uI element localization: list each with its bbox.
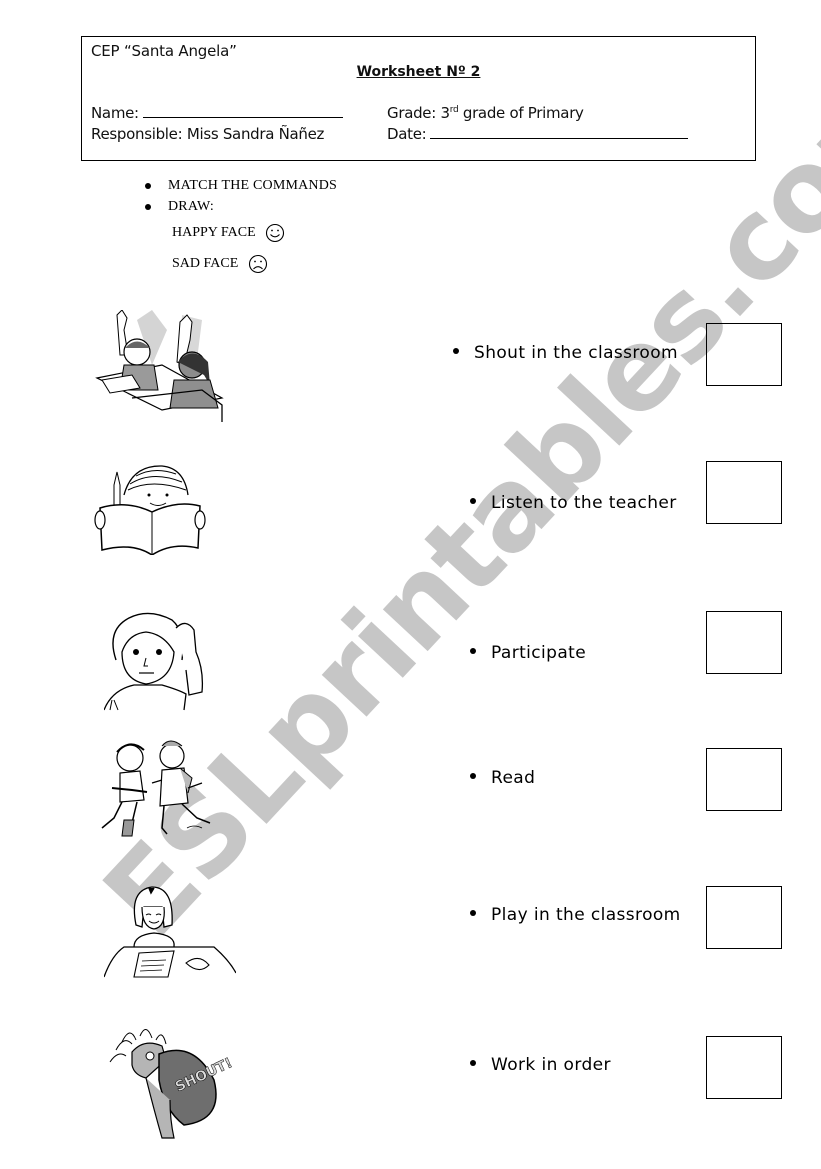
date-label: Date: (387, 125, 427, 143)
children-playing-picture (101, 740, 211, 837)
worksheet-title: Worksheet Nº 2 (356, 64, 481, 80)
answer-box[interactable] (706, 461, 782, 524)
person-shouting-picture: SHOUT! (109, 1029, 235, 1139)
command-text: Work in order (491, 1055, 611, 1075)
name-blank-line[interactable] (142, 105, 343, 118)
name-label: Name: (91, 104, 139, 122)
instruction-text: MATCH THE COMMANDS (168, 178, 338, 193)
sad-face-label: SAD FACE (172, 256, 239, 272)
answer-box[interactable] (706, 611, 782, 674)
command-text: Play in the classroom (491, 905, 681, 925)
date-row: Date: (387, 125, 689, 143)
grade-row: Grade: 3rd grade of Primary (387, 104, 584, 122)
bullet-icon (470, 910, 476, 916)
children-raising-hands-picture (95, 310, 224, 422)
responsible-label: Responsible: (91, 125, 183, 143)
bullet-icon (145, 204, 151, 210)
bullet-icon (470, 1060, 476, 1066)
command-item: Work in order (470, 1055, 611, 1075)
child-listening-picture (104, 612, 204, 711)
command-item: Read (470, 768, 535, 788)
worksheet-header: CEP “Santa Angela” Worksheet Nº 2 Name: … (81, 36, 756, 161)
grade-value: grade of Primary (462, 104, 584, 122)
bullet-icon (470, 648, 476, 654)
boy-reading-book-picture (94, 465, 206, 555)
command-item: Participate (470, 643, 586, 663)
bullet-icon (470, 773, 476, 779)
grade-label: Grade: (387, 104, 436, 122)
answer-box[interactable] (706, 748, 782, 811)
command-text: Participate (491, 643, 587, 663)
smiley-face-icon (266, 223, 285, 243)
bullet-icon (145, 183, 151, 189)
answer-box[interactable] (706, 1036, 782, 1099)
instruction-item: MATCH THE COMMANDS (140, 176, 337, 197)
sad-face-row: SAD FACE (172, 254, 268, 274)
date-blank-line[interactable] (430, 126, 689, 139)
answer-box[interactable] (706, 323, 782, 386)
frowning-face-icon (248, 254, 267, 274)
command-item: Shout in the classroom (453, 343, 678, 363)
command-item: Play in the classroom (470, 905, 681, 925)
grade-number: 3 (440, 104, 450, 122)
command-text: Listen to the teacher (491, 493, 677, 513)
responsible-value: Miss Sandra Ñañez (186, 125, 325, 143)
name-row: Name: (91, 104, 343, 122)
bullet-icon (470, 498, 476, 504)
instruction-item: DRAW: (140, 197, 337, 218)
command-text: Shout in the classroom (474, 343, 678, 363)
instruction-text: DRAW: (168, 199, 215, 214)
responsible-row: Responsible: Miss Sandra Ñañez (91, 125, 324, 143)
happy-face-label: HAPPY FACE (172, 225, 256, 241)
bullet-icon (453, 348, 459, 354)
happy-face-row: HAPPY FACE (172, 223, 285, 243)
girl-writing-at-desk-picture (104, 886, 236, 978)
instructions-list: MATCH THE COMMANDS DRAW: (140, 176, 337, 218)
school-name: CEP “Santa Angela” (91, 42, 237, 60)
answer-box[interactable] (706, 886, 782, 949)
grade-ordinal: rd (449, 105, 459, 115)
command-text: Read (491, 768, 536, 788)
command-item: Listen to the teacher (470, 493, 677, 513)
